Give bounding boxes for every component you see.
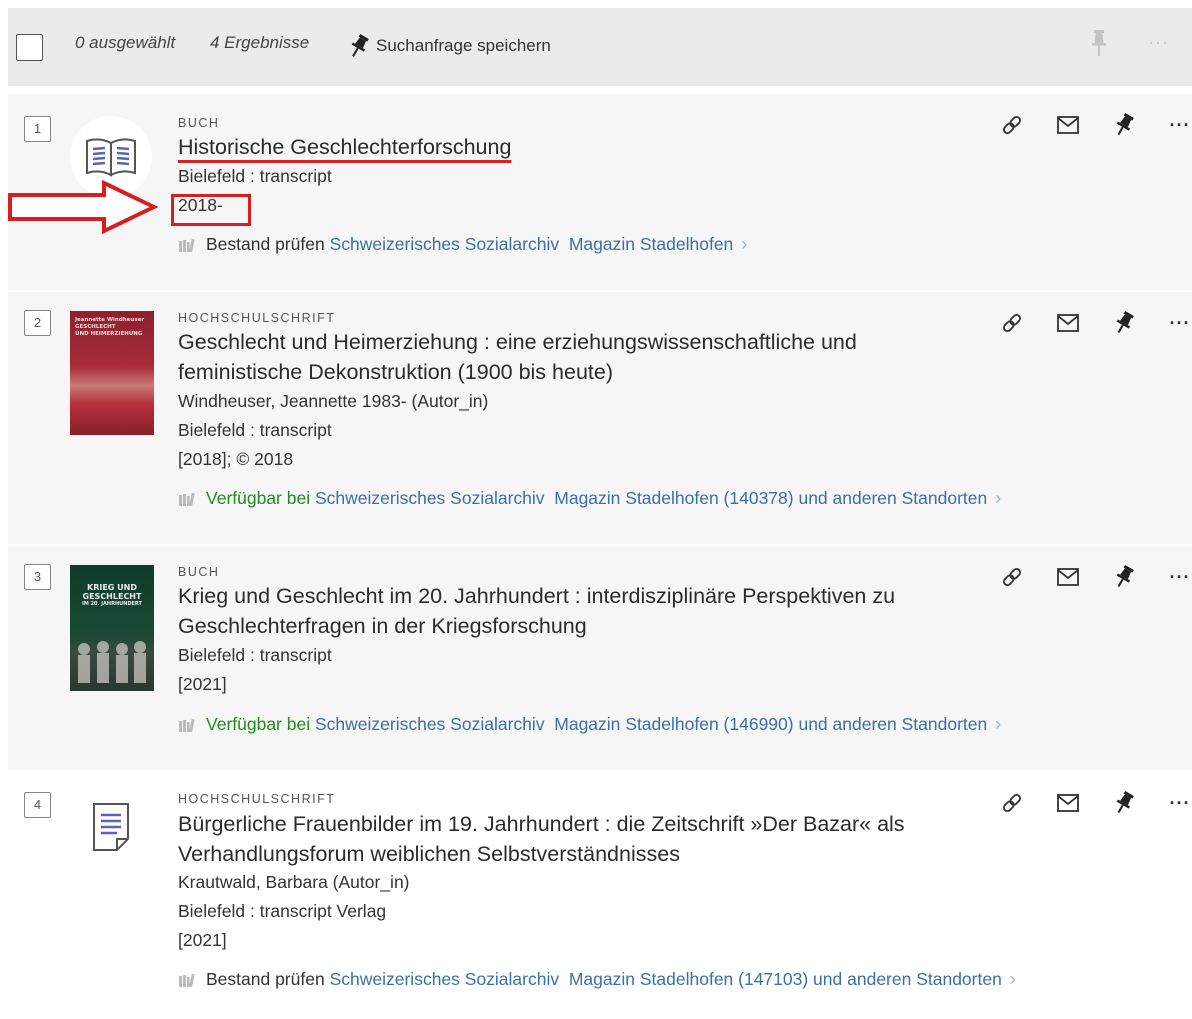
availability-location[interactable]: Magazin Stadelhofen [569, 234, 733, 255]
availability-location[interactable]: Magazin Stadelhofen (140378) und anderen… [554, 488, 987, 509]
more-icon[interactable]: ··· [1152, 790, 1192, 816]
pin-icon[interactable] [1096, 790, 1152, 816]
result-title-text[interactable]: Historische Geschlechterforschung [178, 135, 511, 159]
result-author[interactable]: Windheuser, Jeannette 1983- (Autor_in) [178, 391, 488, 412]
result-title-line[interactable]: feministische Dekonstruktion (1900 bis h… [178, 357, 968, 387]
result-title-line[interactable]: Bürgerliche Frauenbilder im 19. Jahrhund… [178, 809, 968, 839]
book-cover: Jeannette Windheuser GESCHLECHT UND HEIM… [70, 311, 154, 435]
result-type: HOCHSCHULSCHRIFT [178, 792, 336, 806]
link-icon[interactable] [984, 790, 1040, 816]
pin-icon[interactable] [1096, 310, 1152, 336]
availability-status: Verfügbar bei [206, 488, 311, 508]
link-icon[interactable] [984, 112, 1040, 138]
mail-icon[interactable] [1040, 310, 1096, 336]
cover-title-line: IM 20. JAHRHUNDERT [82, 601, 142, 607]
result-actions: ··· [984, 112, 1192, 138]
availability-library[interactable]: Schweizerisches Sozialarchiv [330, 234, 560, 255]
availability-location[interactable]: Magazin Stadelhofen (147103) und anderen… [569, 969, 1002, 990]
result-number: 3 [24, 564, 51, 590]
availability-status: Bestand prüfen [206, 969, 325, 989]
mail-icon[interactable] [1040, 564, 1096, 590]
result-item[interactable]: 3 KRIEG UND GESCHLECHT IM 20. JAHRHUNDER… [8, 546, 1192, 770]
results-toolbar: 0 ausgewählt 4 Ergebnisse Suchanfrage sp… [8, 8, 1192, 86]
document-type-icon [70, 786, 152, 868]
chevron-right-icon[interactable]: › [995, 714, 1001, 735]
result-title[interactable]: Historische Geschlechterforschung [178, 132, 968, 162]
availability-library[interactable]: Schweizerisches Sozialarchiv [315, 488, 545, 509]
result-title-line[interactable]: Krieg und Geschlecht im 20. Jahrhundert … [178, 581, 968, 611]
result-title[interactable]: Krieg und Geschlecht im 20. Jahrhundert … [178, 581, 968, 641]
result-actions: ··· [984, 564, 1192, 590]
more-icon[interactable]: ··· [1152, 310, 1192, 336]
annotation-arrow [8, 180, 158, 234]
availability-line[interactable]: Bestand prüfen Schweizerisches Sozialarc… [178, 234, 747, 255]
result-number: 4 [24, 792, 51, 818]
more-icon[interactable]: ··· [1148, 32, 1169, 53]
result-item[interactable]: 4 HOCHSCHULSCHRIFT Bürgerliche Frauenbil… [8, 772, 1192, 1019]
link-icon[interactable] [984, 564, 1040, 590]
result-type: HOCHSCHULSCHRIFT [178, 311, 336, 325]
availability-location[interactable]: Magazin Stadelhofen (146990) und anderen… [554, 714, 987, 735]
book-shelf-icon [179, 718, 195, 732]
result-date: [2018]; © 2018 [178, 449, 294, 469]
save-query-button[interactable]: Suchanfrage speichern [346, 32, 551, 60]
chevron-right-icon[interactable]: › [995, 488, 1001, 509]
availability-status: Bestand prüfen [206, 234, 325, 254]
result-number: 2 [24, 310, 51, 336]
result-publisher: Bielefeld : transcript [178, 420, 332, 440]
result-item[interactable]: 1 BUCH Historische Geschlechterforschung… [8, 94, 1192, 290]
cover-author: Jeannette Windheuser [75, 317, 145, 323]
availability-line[interactable]: Verfügbar bei Schweizerisches Sozialarch… [178, 714, 1001, 735]
result-title-line[interactable]: Geschlechterfragen in der Kriegsforschun… [178, 611, 968, 641]
result-publisher: Bielefeld : transcript [178, 645, 332, 665]
chevron-right-icon[interactable]: › [1010, 969, 1016, 990]
book-cover: KRIEG UND GESCHLECHT IM 20. JAHRHUNDERT [70, 565, 154, 691]
selected-count: 0 ausgewählt [75, 33, 176, 52]
cover-title-line: GESCHLECHT [82, 592, 142, 601]
link-icon[interactable] [984, 310, 1040, 336]
result-item[interactable]: 2 Jeannette Windheuser GESCHLECHT UND HE… [8, 292, 1192, 544]
pin-icon [351, 33, 369, 57]
availability-status: Verfügbar bei [206, 714, 311, 734]
result-author[interactable]: Krautwald, Barbara (Autor_in) [178, 872, 410, 893]
cover-title-line: GESCHLECHT [75, 324, 116, 330]
result-title[interactable]: Geschlecht und Heimerziehung : eine erzi… [178, 327, 968, 387]
more-icon[interactable]: ··· [1152, 112, 1192, 138]
more-icon[interactable]: ··· [1152, 564, 1192, 590]
chevron-right-icon[interactable]: › [741, 234, 747, 255]
availability-library[interactable]: Schweizerisches Sozialarchiv [330, 969, 560, 990]
result-publisher: Bielefeld : transcript Verlag [178, 901, 387, 921]
pin-icon[interactable] [1096, 564, 1152, 590]
cover-title-line: UND HEIMERZIEHUNG [75, 331, 143, 337]
result-title[interactable]: Bürgerliche Frauenbilder im 19. Jahrhund… [178, 809, 968, 869]
result-title-line[interactable]: Verhandlungsforum weiblichen Selbstverst… [178, 839, 968, 869]
result-type: BUCH [178, 116, 220, 130]
result-actions: ··· [984, 790, 1192, 816]
result-actions: ··· [984, 310, 1192, 336]
book-shelf-icon [179, 238, 195, 252]
annotation-highlight-box [171, 194, 251, 226]
result-date: [2021] [178, 674, 227, 694]
pin-icon[interactable] [1096, 112, 1152, 138]
availability-line[interactable]: Verfügbar bei Schweizerisches Sozialarch… [178, 488, 1001, 509]
pin-all-button[interactable] [1088, 28, 1110, 63]
result-type: BUCH [178, 565, 220, 579]
result-date: [2021] [178, 930, 227, 950]
mail-icon[interactable] [1040, 112, 1096, 138]
cover-title-line: KRIEG UND [87, 583, 137, 592]
result-publisher: Bielefeld : transcript [178, 166, 332, 186]
results-count: 4 Ergebnisse [210, 33, 310, 52]
select-all-checkbox[interactable] [16, 34, 43, 61]
save-query-label: Suchanfrage speichern [376, 36, 551, 55]
result-number: 1 [24, 116, 51, 142]
book-shelf-icon [179, 973, 195, 987]
availability-line[interactable]: Bestand prüfen Schweizerisches Sozialarc… [178, 969, 1016, 990]
book-shelf-icon [179, 492, 195, 506]
pin-icon [1092, 30, 1106, 56]
mail-icon[interactable] [1040, 790, 1096, 816]
availability-library[interactable]: Schweizerisches Sozialarchiv [315, 714, 545, 735]
result-title-line[interactable]: Geschlecht und Heimerziehung : eine erzi… [178, 327, 968, 357]
